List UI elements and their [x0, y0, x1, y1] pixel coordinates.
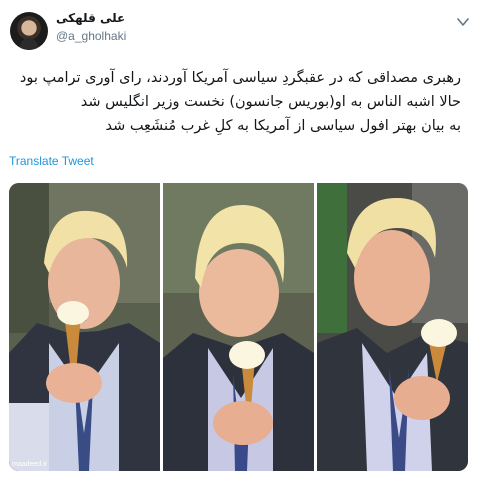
- tweet-text: رهبری مصداقی که در عقبگردِ سیاسی آمریکا …: [9, 66, 461, 138]
- tweet-text-line: حالا اشبه الناس به او(بوریس جانسون) نخست…: [80, 94, 461, 110]
- photo-watermark: maadeed.ir: [12, 461, 48, 468]
- gallery-photo-3[interactable]: [317, 183, 468, 471]
- tweet-text-line: به بیان بهتر افول سیاسی از آمریکا به کلِ…: [105, 118, 461, 134]
- media-gallery: maadeed.ir: [9, 183, 468, 471]
- author-handle[interactable]: @a_gholhaki: [56, 29, 126, 43]
- avatar[interactable]: [10, 12, 48, 50]
- author-display-name[interactable]: علی قلهکی: [56, 11, 125, 25]
- tweet-text-line: رهبری مصداقی که در عقبگردِ سیاسی آمریکا …: [19, 70, 461, 86]
- gallery-photo-1[interactable]: maadeed.ir: [9, 183, 160, 471]
- gallery-photo-2[interactable]: [163, 183, 314, 471]
- chevron-down-icon[interactable]: [457, 17, 469, 27]
- translate-tweet-link[interactable]: Translate Tweet: [9, 154, 94, 168]
- tweet-card: علی قلهکی @a_gholhaki رهبری مصداقی که در…: [0, 0, 477, 492]
